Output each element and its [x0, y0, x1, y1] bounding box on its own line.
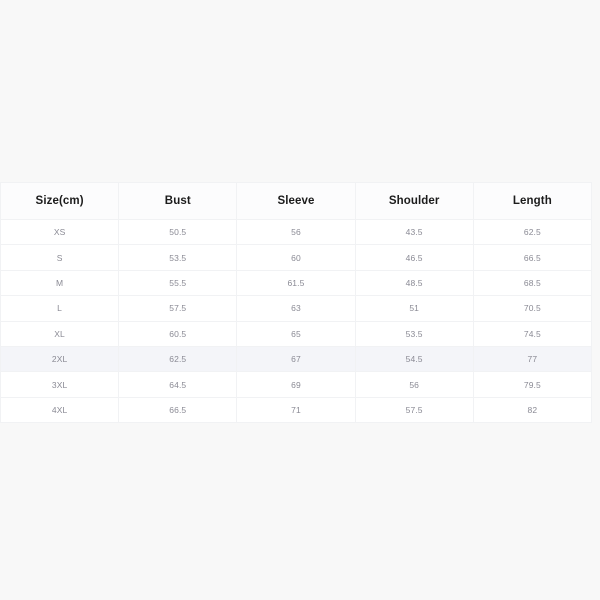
table-cell-size: 2XL: [1, 346, 119, 371]
table-row: XL60.56553.574.5: [1, 321, 592, 346]
table-cell-size: XS: [1, 220, 119, 245]
size-chart-header: Size(cm) Bust Sleeve Shoulder Length: [1, 183, 592, 220]
table-cell-shoulder: 43.5: [355, 220, 473, 245]
table-cell-shoulder: 57.5: [355, 397, 473, 422]
table-cell-bust: 64.5: [119, 372, 237, 397]
column-header-size: Size(cm): [1, 183, 119, 220]
table-cell-shoulder: 48.5: [355, 270, 473, 295]
table-cell-size: M: [1, 270, 119, 295]
table-cell-bust: 53.5: [119, 245, 237, 270]
table-row: 3XL64.5695679.5: [1, 372, 592, 397]
table-cell-sleeve: 60: [237, 245, 355, 270]
table-cell-shoulder: 54.5: [355, 346, 473, 371]
table-cell-length: 74.5: [473, 321, 591, 346]
table-header-row: Size(cm) Bust Sleeve Shoulder Length: [1, 183, 592, 220]
table-row: L57.5635170.5: [1, 296, 592, 321]
table-cell-shoulder: 51: [355, 296, 473, 321]
table-row: XS50.55643.562.5: [1, 220, 592, 245]
table-cell-bust: 55.5: [119, 270, 237, 295]
table-row: 2XL62.56754.577: [1, 346, 592, 371]
table-cell-shoulder: 53.5: [355, 321, 473, 346]
table-cell-length: 79.5: [473, 372, 591, 397]
table-cell-bust: 50.5: [119, 220, 237, 245]
table-cell-shoulder: 46.5: [355, 245, 473, 270]
table-row: M55.561.548.568.5: [1, 270, 592, 295]
table-cell-bust: 62.5: [119, 346, 237, 371]
column-header-shoulder: Shoulder: [355, 183, 473, 220]
table-cell-size: S: [1, 245, 119, 270]
table-cell-length: 77: [473, 346, 591, 371]
table-cell-sleeve: 69: [237, 372, 355, 397]
column-header-sleeve: Sleeve: [237, 183, 355, 220]
table-cell-bust: 57.5: [119, 296, 237, 321]
table-cell-length: 66.5: [473, 245, 591, 270]
table-cell-size: L: [1, 296, 119, 321]
size-chart-table: Size(cm) Bust Sleeve Shoulder Length XS5…: [0, 182, 592, 423]
table-cell-size: 3XL: [1, 372, 119, 397]
table-cell-size: XL: [1, 321, 119, 346]
table-row: 4XL66.57157.582: [1, 397, 592, 422]
page-root: Size(cm) Bust Sleeve Shoulder Length XS5…: [0, 0, 600, 600]
table-cell-shoulder: 56: [355, 372, 473, 397]
column-header-bust: Bust: [119, 183, 237, 220]
table-cell-sleeve: 71: [237, 397, 355, 422]
table-cell-bust: 66.5: [119, 397, 237, 422]
table-cell-bust: 60.5: [119, 321, 237, 346]
size-chart-body: XS50.55643.562.5S53.56046.566.5M55.561.5…: [1, 220, 592, 423]
table-cell-sleeve: 67: [237, 346, 355, 371]
table-cell-sleeve: 63: [237, 296, 355, 321]
table-cell-sleeve: 61.5: [237, 270, 355, 295]
table-cell-length: 68.5: [473, 270, 591, 295]
table-cell-length: 82: [473, 397, 591, 422]
table-cell-sleeve: 65: [237, 321, 355, 346]
table-cell-size: 4XL: [1, 397, 119, 422]
table-cell-length: 70.5: [473, 296, 591, 321]
column-header-length: Length: [473, 183, 591, 220]
table-cell-length: 62.5: [473, 220, 591, 245]
table-cell-sleeve: 56: [237, 220, 355, 245]
table-row: S53.56046.566.5: [1, 245, 592, 270]
